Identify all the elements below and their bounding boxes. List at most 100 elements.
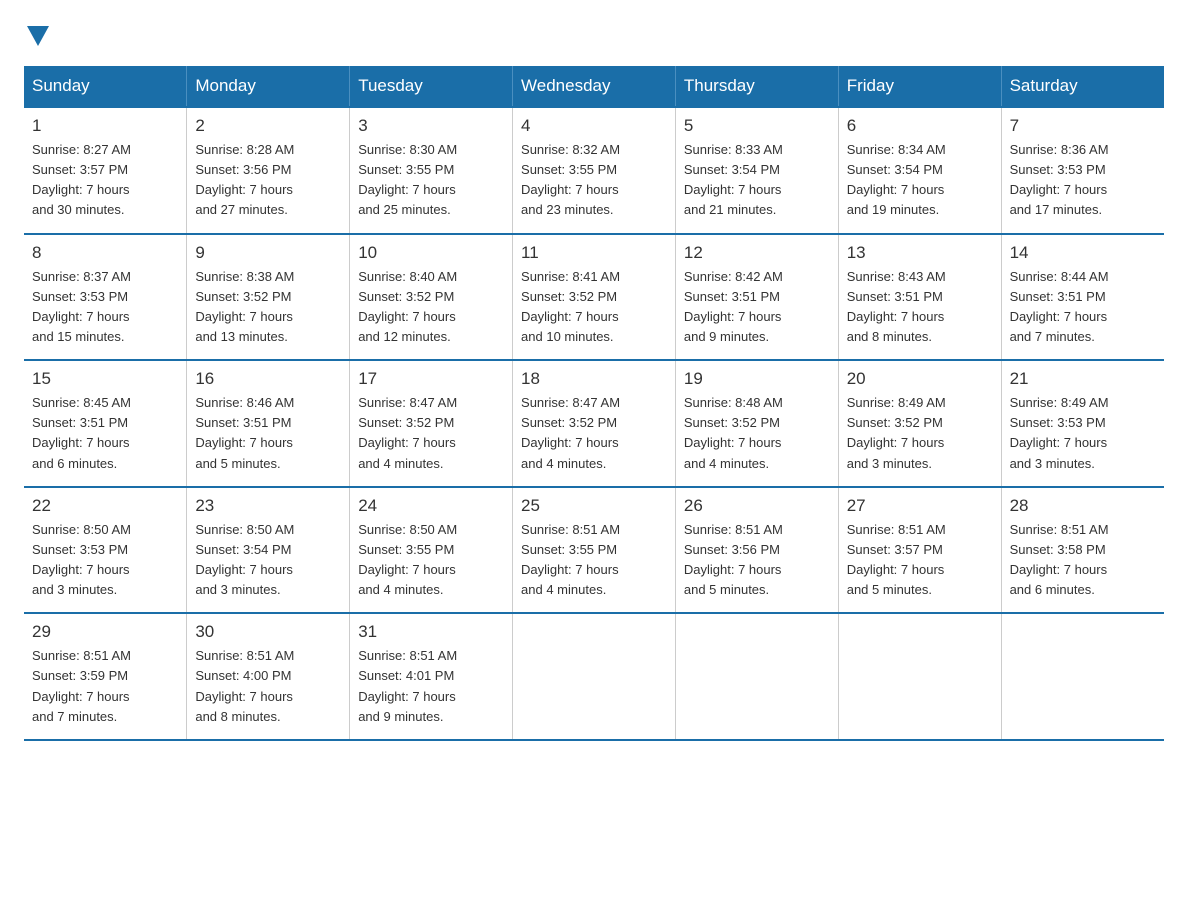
day-info: Sunrise: 8:50 AMSunset: 3:55 PMDaylight:… [358,520,504,601]
calendar-week-row: 8 Sunrise: 8:37 AMSunset: 3:53 PMDayligh… [24,234,1164,361]
calendar-cell: 25 Sunrise: 8:51 AMSunset: 3:55 PMDaylig… [513,487,676,614]
day-number: 20 [847,369,993,389]
day-number: 31 [358,622,504,642]
day-number: 2 [195,116,341,136]
day-info: Sunrise: 8:49 AMSunset: 3:53 PMDaylight:… [1010,393,1156,474]
calendar-cell: 17 Sunrise: 8:47 AMSunset: 3:52 PMDaylig… [350,360,513,487]
day-number: 4 [521,116,667,136]
day-info: Sunrise: 8:51 AMSunset: 3:58 PMDaylight:… [1010,520,1156,601]
day-info: Sunrise: 8:37 AMSunset: 3:53 PMDaylight:… [32,267,178,348]
day-info: Sunrise: 8:50 AMSunset: 3:53 PMDaylight:… [32,520,178,601]
day-info: Sunrise: 8:32 AMSunset: 3:55 PMDaylight:… [521,140,667,221]
calendar-cell [838,613,1001,740]
calendar-cell: 14 Sunrise: 8:44 AMSunset: 3:51 PMDaylig… [1001,234,1164,361]
day-info: Sunrise: 8:40 AMSunset: 3:52 PMDaylight:… [358,267,504,348]
header-thursday: Thursday [675,66,838,107]
calendar-cell: 5 Sunrise: 8:33 AMSunset: 3:54 PMDayligh… [675,107,838,234]
calendar-cell: 31 Sunrise: 8:51 AMSunset: 4:01 PMDaylig… [350,613,513,740]
day-info: Sunrise: 8:51 AMSunset: 3:57 PMDaylight:… [847,520,993,601]
day-info: Sunrise: 8:51 AMSunset: 4:01 PMDaylight:… [358,646,504,727]
day-number: 14 [1010,243,1156,263]
calendar-cell: 7 Sunrise: 8:36 AMSunset: 3:53 PMDayligh… [1001,107,1164,234]
day-number: 12 [684,243,830,263]
day-number: 28 [1010,496,1156,516]
calendar-cell: 13 Sunrise: 8:43 AMSunset: 3:51 PMDaylig… [838,234,1001,361]
calendar-week-row: 29 Sunrise: 8:51 AMSunset: 3:59 PMDaylig… [24,613,1164,740]
day-number: 1 [32,116,178,136]
day-number: 25 [521,496,667,516]
day-info: Sunrise: 8:45 AMSunset: 3:51 PMDaylight:… [32,393,178,474]
day-number: 8 [32,243,178,263]
day-info: Sunrise: 8:51 AMSunset: 3:59 PMDaylight:… [32,646,178,727]
day-info: Sunrise: 8:49 AMSunset: 3:52 PMDaylight:… [847,393,993,474]
calendar-cell: 2 Sunrise: 8:28 AMSunset: 3:56 PMDayligh… [187,107,350,234]
day-info: Sunrise: 8:43 AMSunset: 3:51 PMDaylight:… [847,267,993,348]
calendar-cell: 11 Sunrise: 8:41 AMSunset: 3:52 PMDaylig… [513,234,676,361]
calendar-cell: 18 Sunrise: 8:47 AMSunset: 3:52 PMDaylig… [513,360,676,487]
calendar-cell: 27 Sunrise: 8:51 AMSunset: 3:57 PMDaylig… [838,487,1001,614]
day-number: 22 [32,496,178,516]
calendar-cell: 10 Sunrise: 8:40 AMSunset: 3:52 PMDaylig… [350,234,513,361]
calendar-cell: 22 Sunrise: 8:50 AMSunset: 3:53 PMDaylig… [24,487,187,614]
day-info: Sunrise: 8:44 AMSunset: 3:51 PMDaylight:… [1010,267,1156,348]
day-info: Sunrise: 8:41 AMSunset: 3:52 PMDaylight:… [521,267,667,348]
calendar-week-row: 22 Sunrise: 8:50 AMSunset: 3:53 PMDaylig… [24,487,1164,614]
header-monday: Monday [187,66,350,107]
calendar-cell: 1 Sunrise: 8:27 AMSunset: 3:57 PMDayligh… [24,107,187,234]
day-number: 29 [32,622,178,642]
calendar-cell: 20 Sunrise: 8:49 AMSunset: 3:52 PMDaylig… [838,360,1001,487]
day-number: 30 [195,622,341,642]
day-info: Sunrise: 8:30 AMSunset: 3:55 PMDaylight:… [358,140,504,221]
calendar-cell: 16 Sunrise: 8:46 AMSunset: 3:51 PMDaylig… [187,360,350,487]
day-number: 24 [358,496,504,516]
calendar-cell: 24 Sunrise: 8:50 AMSunset: 3:55 PMDaylig… [350,487,513,614]
header-wednesday: Wednesday [513,66,676,107]
day-info: Sunrise: 8:51 AMSunset: 3:55 PMDaylight:… [521,520,667,601]
header-sunday: Sunday [24,66,187,107]
logo [24,24,49,46]
day-number: 5 [684,116,830,136]
day-number: 15 [32,369,178,389]
calendar-header-row: SundayMondayTuesdayWednesdayThursdayFrid… [24,66,1164,107]
day-info: Sunrise: 8:28 AMSunset: 3:56 PMDaylight:… [195,140,341,221]
calendar-cell: 29 Sunrise: 8:51 AMSunset: 3:59 PMDaylig… [24,613,187,740]
day-number: 17 [358,369,504,389]
day-info: Sunrise: 8:51 AMSunset: 4:00 PMDaylight:… [195,646,341,727]
header-tuesday: Tuesday [350,66,513,107]
day-info: Sunrise: 8:46 AMSunset: 3:51 PMDaylight:… [195,393,341,474]
calendar-week-row: 1 Sunrise: 8:27 AMSunset: 3:57 PMDayligh… [24,107,1164,234]
calendar-cell: 28 Sunrise: 8:51 AMSunset: 3:58 PMDaylig… [1001,487,1164,614]
day-info: Sunrise: 8:47 AMSunset: 3:52 PMDaylight:… [521,393,667,474]
day-number: 19 [684,369,830,389]
day-number: 6 [847,116,993,136]
calendar-cell: 3 Sunrise: 8:30 AMSunset: 3:55 PMDayligh… [350,107,513,234]
calendar-cell: 15 Sunrise: 8:45 AMSunset: 3:51 PMDaylig… [24,360,187,487]
day-info: Sunrise: 8:50 AMSunset: 3:54 PMDaylight:… [195,520,341,601]
day-number: 13 [847,243,993,263]
day-number: 18 [521,369,667,389]
day-number: 16 [195,369,341,389]
calendar-cell [675,613,838,740]
day-number: 7 [1010,116,1156,136]
header-saturday: Saturday [1001,66,1164,107]
calendar-cell: 6 Sunrise: 8:34 AMSunset: 3:54 PMDayligh… [838,107,1001,234]
day-number: 21 [1010,369,1156,389]
calendar-cell: 23 Sunrise: 8:50 AMSunset: 3:54 PMDaylig… [187,487,350,614]
day-info: Sunrise: 8:36 AMSunset: 3:53 PMDaylight:… [1010,140,1156,221]
day-number: 27 [847,496,993,516]
day-number: 10 [358,243,504,263]
calendar-cell: 21 Sunrise: 8:49 AMSunset: 3:53 PMDaylig… [1001,360,1164,487]
calendar-cell [1001,613,1164,740]
day-info: Sunrise: 8:48 AMSunset: 3:52 PMDaylight:… [684,393,830,474]
day-info: Sunrise: 8:42 AMSunset: 3:51 PMDaylight:… [684,267,830,348]
day-info: Sunrise: 8:34 AMSunset: 3:54 PMDaylight:… [847,140,993,221]
day-info: Sunrise: 8:51 AMSunset: 3:56 PMDaylight:… [684,520,830,601]
logo-triangle-icon [27,26,49,48]
day-number: 11 [521,243,667,263]
calendar-cell: 9 Sunrise: 8:38 AMSunset: 3:52 PMDayligh… [187,234,350,361]
day-info: Sunrise: 8:38 AMSunset: 3:52 PMDaylight:… [195,267,341,348]
calendar-cell: 30 Sunrise: 8:51 AMSunset: 4:00 PMDaylig… [187,613,350,740]
day-number: 3 [358,116,504,136]
page-header [24,24,1164,46]
calendar-cell: 8 Sunrise: 8:37 AMSunset: 3:53 PMDayligh… [24,234,187,361]
